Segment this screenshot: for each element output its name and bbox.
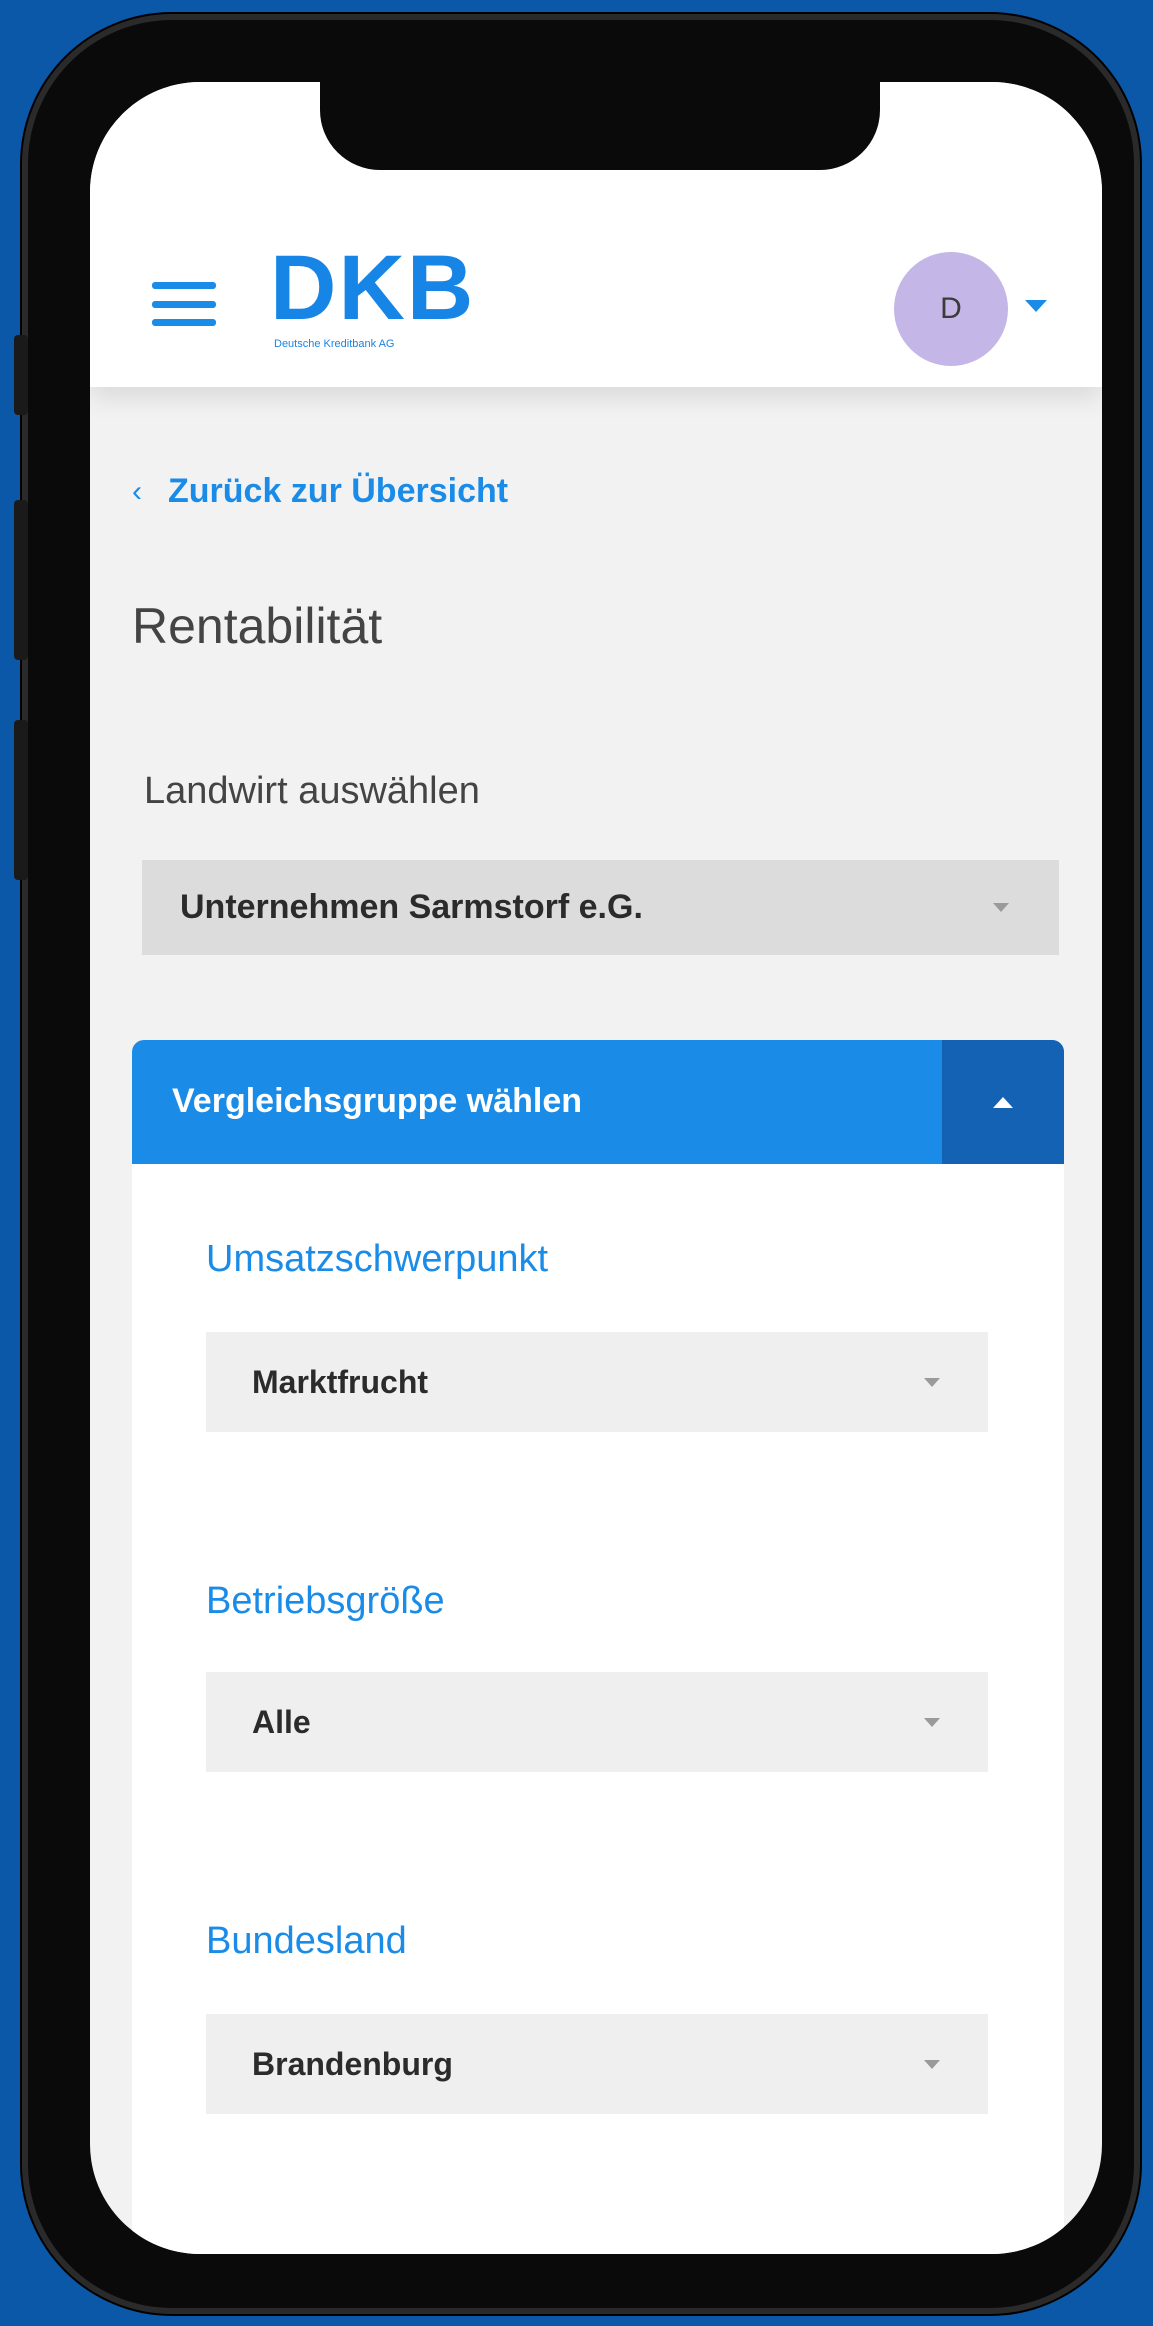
chevron-down-icon	[924, 1377, 940, 1387]
collapse-toggle-button[interactable]	[942, 1040, 1064, 1164]
farmer-select-label: Landwirt auswählen	[144, 770, 480, 812]
back-to-overview-link[interactable]: ‹ Zurück zur Übersicht	[132, 472, 508, 511]
federal-state-select[interactable]: Brandenburg	[206, 2014, 988, 2114]
comparison-group-panel: Vergleichsgruppe wählen Umsatzschwerpunk…	[132, 1040, 1064, 2254]
avatar-initial: D	[940, 292, 962, 325]
farmer-select-value: Unternehmen Sarmstorf e.G.	[180, 888, 643, 926]
phone-volume-down-button	[14, 720, 28, 880]
farmer-select[interactable]: Unternehmen Sarmstorf e.G.	[142, 860, 1059, 955]
comparison-group-title: Vergleichsgruppe wählen	[172, 1082, 583, 1120]
menu-icon[interactable]	[152, 282, 216, 326]
federal-state-label: Bundesland	[206, 1920, 407, 1962]
page-title: Rentabilität	[132, 598, 383, 654]
phone-volume-up-button	[14, 500, 28, 660]
phone-notch	[320, 82, 880, 170]
chevron-down-icon	[993, 903, 1009, 912]
chevron-up-icon	[993, 1096, 1013, 1108]
phone-silent-switch	[14, 335, 28, 415]
chevron-down-icon	[924, 1717, 940, 1727]
revenue-focus-select[interactable]: Marktfrucht	[206, 1332, 988, 1432]
federal-state-value: Brandenburg	[252, 2045, 453, 2082]
back-link-label: Zurück zur Übersicht	[168, 472, 509, 510]
farm-size-label: Betriebsgröße	[206, 1580, 445, 1622]
farm-size-select[interactable]: Alle	[206, 1672, 988, 1772]
revenue-focus-value: Marktfrucht	[252, 1363, 429, 1400]
avatar[interactable]: D	[894, 252, 1008, 366]
comparison-group-header[interactable]: Vergleichsgruppe wählen	[132, 1040, 1064, 1164]
chevron-down-icon[interactable]	[1025, 300, 1047, 312]
logo-subtitle: Deutsche Kreditbank AG	[274, 338, 395, 350]
chevron-left-icon: ‹	[132, 474, 142, 508]
chevron-down-icon	[924, 2059, 940, 2069]
app-screen: DKB Deutsche Kreditbank AG D ‹ Zurück zu…	[90, 82, 1102, 2254]
farm-size-value: Alle	[252, 1703, 311, 1740]
revenue-focus-label: Umsatzschwerpunkt	[206, 1238, 549, 1280]
dkb-logo[interactable]: DKB Deutsche Kreditbank AG	[270, 242, 475, 350]
logo-text: DKB	[270, 237, 476, 339]
